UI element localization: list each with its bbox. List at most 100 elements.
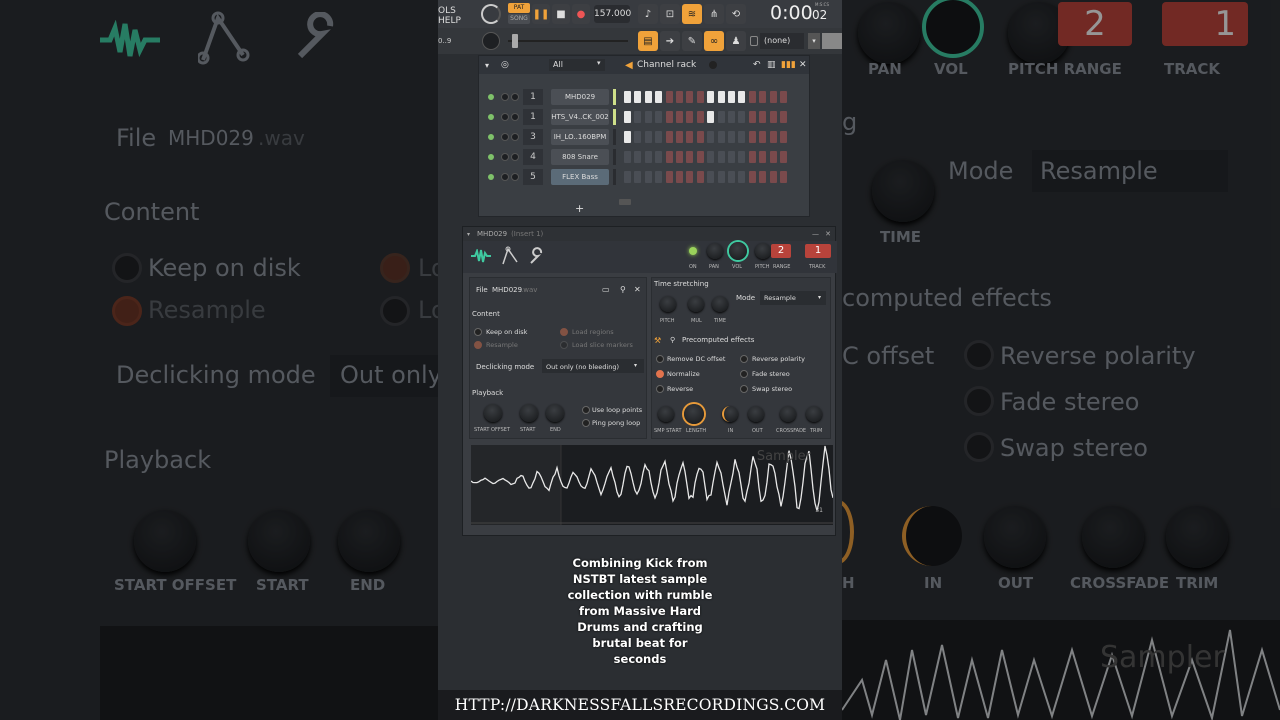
channel-row[interactable]: 1 MHD029 (479, 88, 811, 106)
step-button[interactable] (676, 111, 683, 123)
close-sampler-icon[interactable]: ✕ (825, 230, 831, 238)
step-button[interactable] (686, 151, 694, 163)
step-button[interactable] (707, 131, 715, 143)
channel-knob[interactable] (501, 173, 509, 181)
pitch-knob[interactable] (755, 243, 771, 259)
channel-track-number[interactable]: 3 (523, 129, 543, 145)
step-button[interactable] (696, 151, 704, 163)
undo-icon[interactable]: ↶ (753, 60, 761, 70)
fade-stereo-radio[interactable] (740, 370, 748, 378)
main-pitch-slider[interactable] (508, 40, 628, 42)
smp-start-knob[interactable] (658, 406, 674, 422)
wrench-icon[interactable] (529, 247, 545, 265)
start-knob[interactable] (520, 404, 538, 422)
step-button[interactable] (686, 171, 694, 183)
step-button[interactable] (759, 171, 767, 183)
pause-button[interactable]: ❚❚ (532, 4, 550, 24)
piano-roll-icon[interactable]: ✎ (682, 31, 702, 51)
channel-row[interactable]: 1 HTS_V4..CK_002 (479, 108, 811, 126)
step-button[interactable] (707, 171, 715, 183)
step-button[interactable] (665, 111, 673, 123)
remove-dc-radio[interactable] (656, 355, 664, 363)
pe-pin-icon[interactable]: ⚲ (670, 336, 675, 344)
step-button[interactable] (696, 111, 704, 123)
step-button[interactable] (717, 151, 725, 163)
waveform-display[interactable]: Sampler 31 (470, 445, 834, 525)
step-button[interactable] (644, 91, 652, 103)
step-button[interactable] (624, 91, 631, 103)
step-button[interactable] (634, 91, 642, 103)
step-button[interactable] (738, 131, 746, 143)
step-button[interactable] (780, 91, 787, 103)
pan-knob[interactable] (707, 243, 723, 259)
vol-knob[interactable] (729, 242, 747, 260)
normalize-radio[interactable] (656, 370, 664, 378)
channel-track-number[interactable]: 1 (523, 89, 543, 105)
in-knob[interactable] (722, 406, 738, 422)
step-button[interactable] (686, 91, 694, 103)
step-button[interactable] (634, 171, 642, 183)
step-button[interactable] (696, 131, 704, 143)
step-button[interactable] (665, 131, 673, 143)
channel-select-indicator[interactable] (613, 109, 616, 125)
channel-mute-led[interactable] (488, 134, 494, 140)
channel-row[interactable]: 4 808 Snare (479, 148, 811, 166)
rack-menu-icon[interactable]: ▾ (485, 61, 489, 70)
song-toggle[interactable]: SONG (508, 14, 530, 24)
channel-name-button[interactable]: HTS_V4..CK_002 (551, 109, 609, 125)
swap-stereo-radio[interactable] (740, 385, 748, 393)
step-button[interactable] (769, 91, 777, 103)
step-button[interactable] (780, 151, 787, 163)
use-loop-radio[interactable] (582, 406, 590, 414)
step-button[interactable] (676, 151, 683, 163)
envelope-icon[interactable] (501, 246, 519, 266)
step-button[interactable] (748, 91, 756, 103)
link-icon[interactable]: ∞ (704, 31, 724, 51)
playlist-icon[interactable]: ▤ (638, 31, 658, 51)
channel-knob[interactable] (501, 113, 509, 121)
menu-tools-help[interactable]: OLS HELP (438, 6, 474, 26)
step-button[interactable] (769, 151, 777, 163)
master-pitch-knob[interactable] (481, 4, 501, 24)
track-value[interactable]: 1 (805, 244, 831, 258)
length-knob[interactable] (684, 404, 704, 424)
step-button[interactable] (748, 171, 756, 183)
step-button[interactable] (655, 171, 663, 183)
channel-row[interactable]: 3 IH_LO..160BPM (479, 128, 811, 146)
step-button[interactable] (644, 171, 652, 183)
step-button[interactable] (780, 171, 787, 183)
on-led[interactable] (689, 247, 697, 255)
channel-track-number[interactable]: 4 (523, 149, 543, 165)
step-button[interactable] (655, 91, 663, 103)
load-regions-radio[interactable] (560, 328, 568, 336)
graph-icon[interactable]: ▥ (767, 60, 776, 70)
step-button[interactable] (759, 131, 767, 143)
step-button[interactable] (676, 171, 683, 183)
stop-button[interactable]: ■ (552, 4, 570, 24)
rack-knob[interactable] (709, 61, 717, 69)
waveform-icon[interactable] (471, 249, 491, 263)
preset-select[interactable]: (none) (760, 33, 804, 49)
wait-input-icon[interactable]: ⊡ (660, 4, 680, 24)
step-button[interactable] (624, 131, 631, 143)
folder-icon[interactable]: ▭ (602, 285, 610, 294)
ts-time-knob[interactable] (712, 296, 728, 312)
step-button[interactable] (748, 151, 756, 163)
channel-knob[interactable] (511, 153, 519, 161)
step-button[interactable] (759, 111, 767, 123)
slider-handle[interactable] (512, 34, 518, 48)
step-button[interactable] (728, 131, 735, 143)
step-button[interactable] (634, 131, 642, 143)
blend-notes-icon[interactable]: ⋔ (704, 4, 724, 24)
step-button[interactable] (728, 111, 735, 123)
reverse-radio[interactable] (656, 385, 664, 393)
step-button[interactable] (676, 131, 683, 143)
step-button[interactable] (665, 171, 673, 183)
step-button[interactable] (624, 151, 631, 163)
channel-knob[interactable] (501, 133, 509, 141)
preset-dropdown-icon[interactable]: ▾ (808, 33, 820, 49)
step-button[interactable] (728, 151, 735, 163)
step-button[interactable] (665, 151, 673, 163)
step-button[interactable] (769, 171, 777, 183)
channel-knob[interactable] (511, 113, 519, 121)
